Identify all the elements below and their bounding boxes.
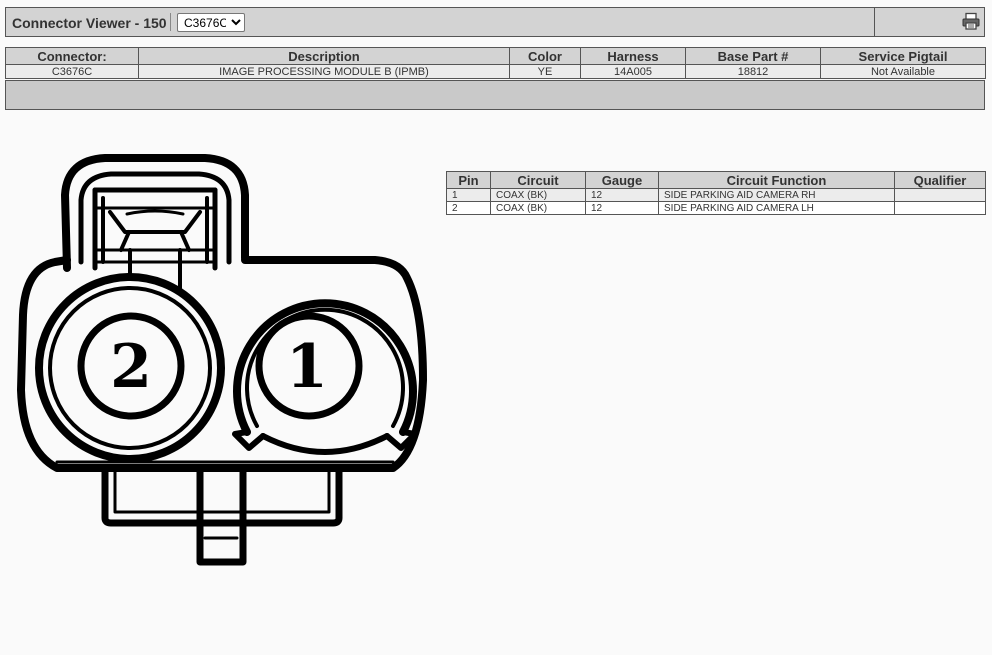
cell-qualifier bbox=[894, 188, 986, 202]
cell-description: IMAGE PROCESSING MODULE B (IPMB) bbox=[138, 64, 510, 79]
cell-gauge: 12 bbox=[585, 201, 659, 215]
col-color: Color bbox=[509, 47, 581, 65]
cell-pin: 1 bbox=[446, 188, 491, 202]
col-qualifier: Qualifier bbox=[894, 171, 986, 189]
cell-service-pigtail: Not Available bbox=[820, 64, 986, 79]
col-circuit: Circuit bbox=[490, 171, 586, 189]
pin-label-1: 1 bbox=[286, 332, 328, 402]
connector-select[interactable]: C3676C bbox=[177, 13, 245, 32]
pin-table: Pin Circuit Gauge Circuit Function Quali… bbox=[446, 171, 986, 215]
col-base-part: Base Part # bbox=[685, 47, 821, 65]
table-row: 1 COAX (BK) 12 SIDE PARKING AID CAMERA R… bbox=[446, 188, 986, 202]
cell-circuit: COAX (BK) bbox=[490, 201, 586, 215]
title-divider bbox=[170, 13, 171, 31]
cell-circuit-function: SIDE PARKING AID CAMERA LH bbox=[658, 201, 895, 215]
cell-harness: 14A005 bbox=[580, 64, 686, 79]
cell-circuit: COAX (BK) bbox=[490, 188, 586, 202]
col-gauge: Gauge bbox=[585, 171, 659, 189]
col-harness: Harness bbox=[580, 47, 686, 65]
col-pin: Pin bbox=[446, 171, 491, 189]
col-description: Description bbox=[138, 47, 510, 65]
title-bar: Connector Viewer - 150 C3676C bbox=[5, 7, 985, 37]
connector-face-diagram: 2 1 bbox=[17, 154, 427, 566]
page-title: Connector Viewer - 150 bbox=[12, 15, 167, 31]
info-footer-band bbox=[5, 80, 985, 110]
cell-connector: C3676C bbox=[5, 64, 139, 79]
connector-info-table: Connector: Description Color Harness Bas… bbox=[5, 47, 986, 79]
printer-icon[interactable] bbox=[962, 12, 980, 30]
cell-pin: 2 bbox=[446, 201, 491, 215]
col-service-pigtail: Service Pigtail bbox=[820, 47, 986, 65]
cell-gauge: 12 bbox=[585, 188, 659, 202]
table-header-row: Pin Circuit Gauge Circuit Function Quali… bbox=[446, 171, 986, 189]
cell-base-part: 18812 bbox=[685, 64, 821, 79]
print-cell bbox=[874, 7, 986, 37]
col-connector: Connector: bbox=[5, 47, 139, 65]
cell-qualifier bbox=[894, 201, 986, 215]
pin-label-2: 2 bbox=[110, 332, 152, 402]
table-header-row: Connector: Description Color Harness Bas… bbox=[5, 47, 986, 65]
cell-circuit-function: SIDE PARKING AID CAMERA RH bbox=[658, 188, 895, 202]
cell-color: YE bbox=[509, 64, 581, 79]
table-row: C3676C IMAGE PROCESSING MODULE B (IPMB) … bbox=[5, 64, 986, 79]
col-circuit-function: Circuit Function bbox=[658, 171, 895, 189]
table-row: 2 COAX (BK) 12 SIDE PARKING AID CAMERA L… bbox=[446, 201, 986, 215]
